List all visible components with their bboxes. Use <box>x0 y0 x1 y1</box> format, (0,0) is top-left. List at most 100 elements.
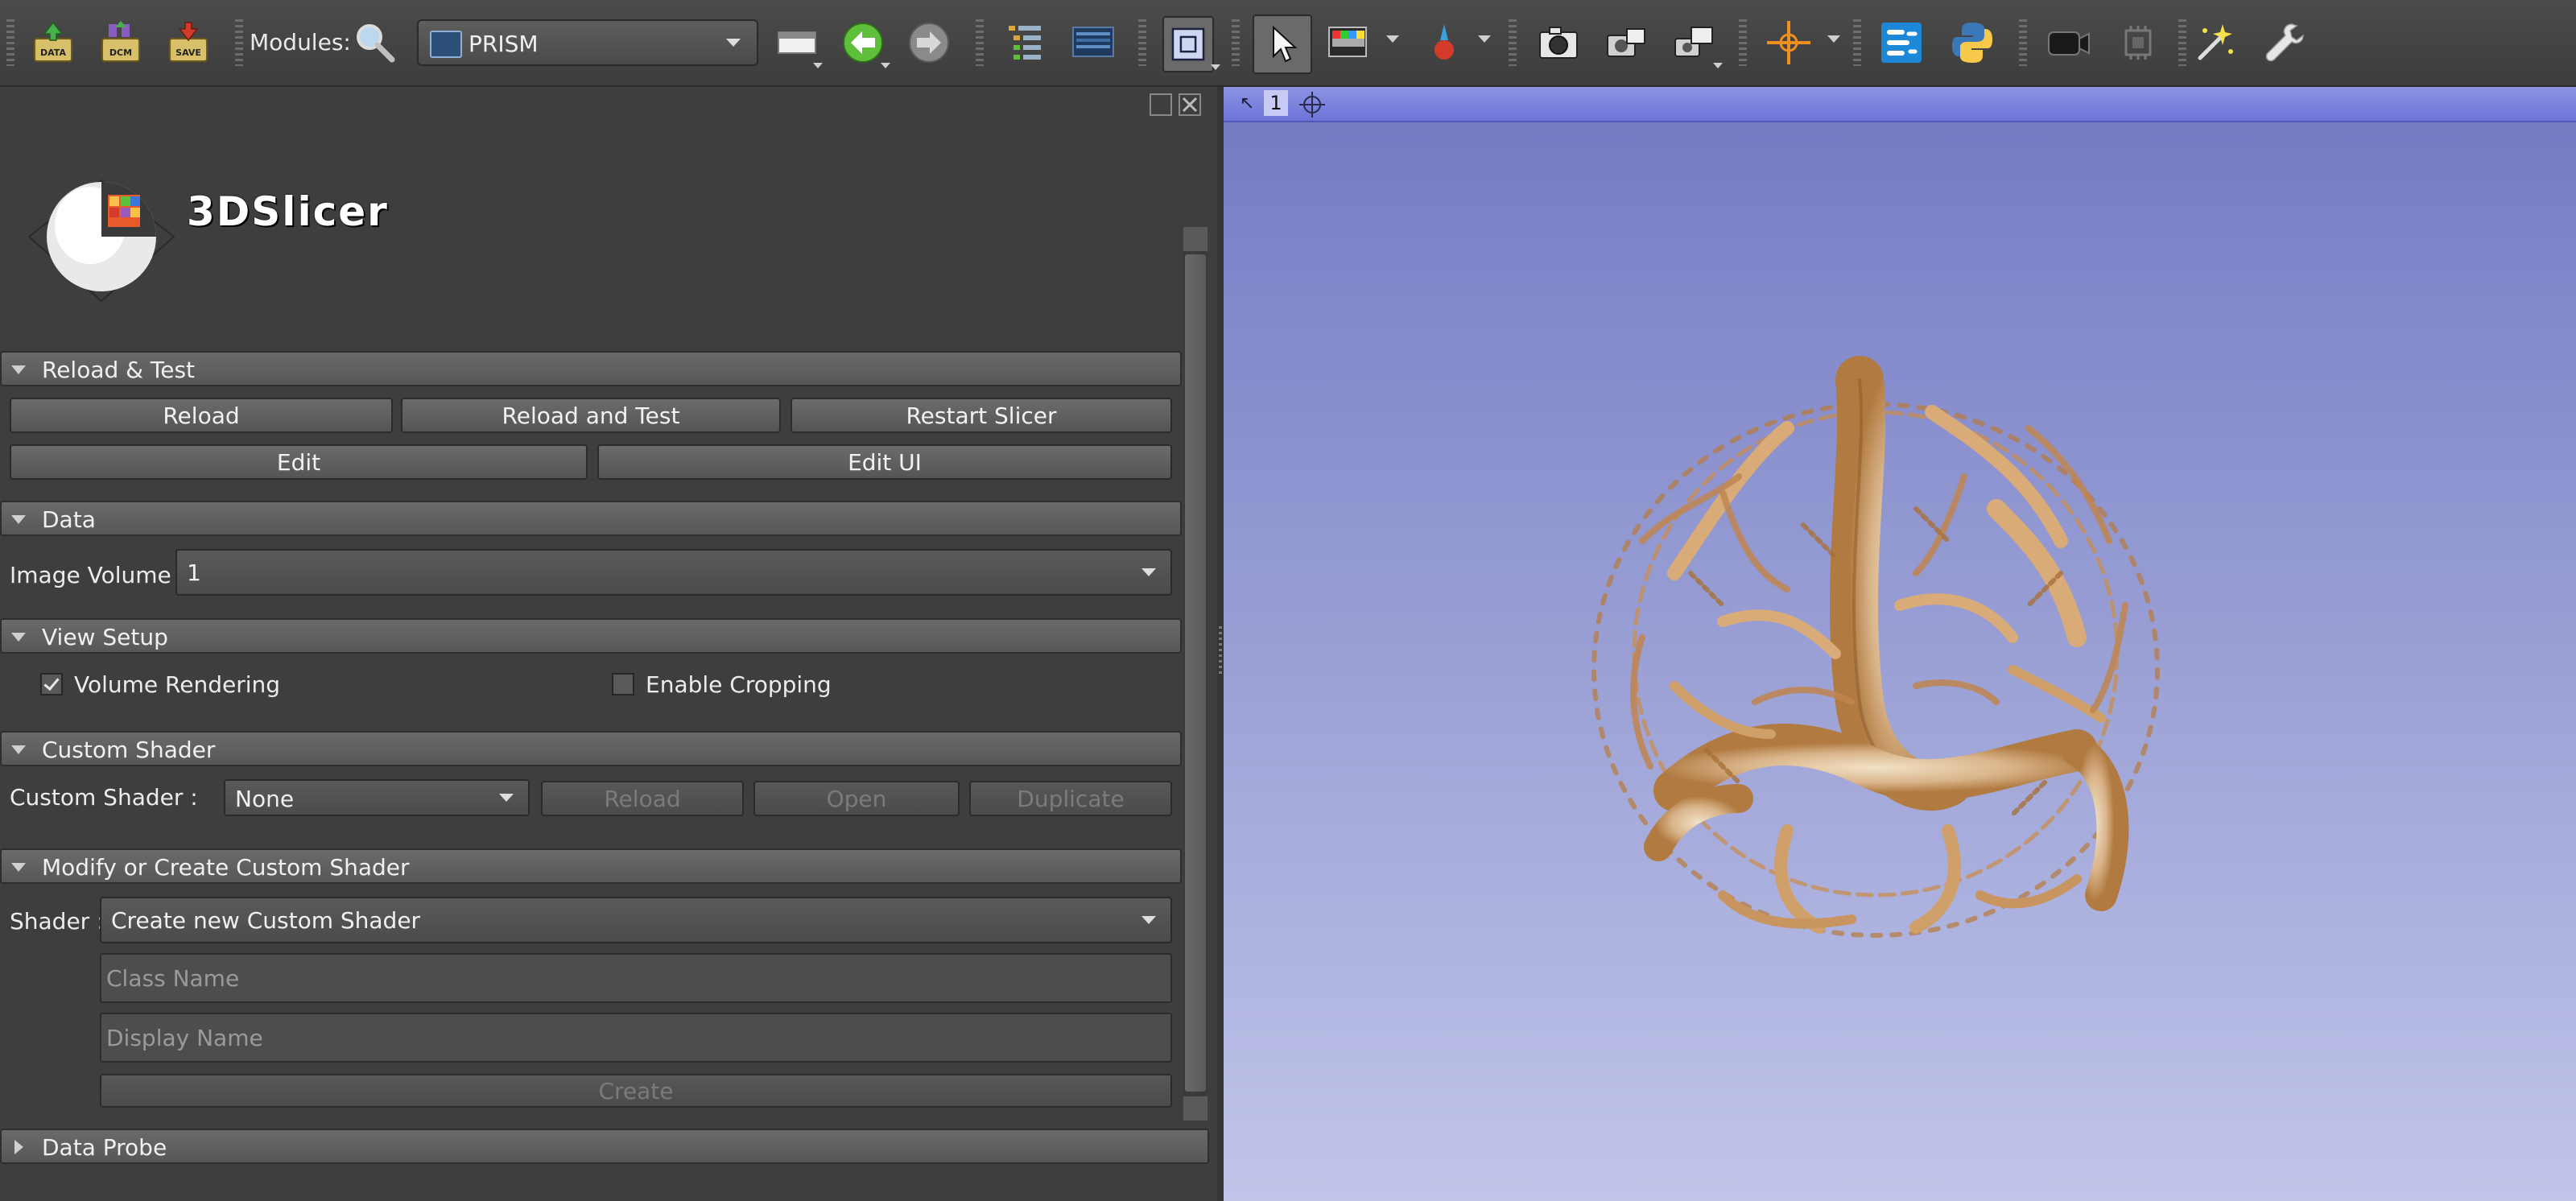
app-logo-text: 3DSlicer <box>187 188 389 235</box>
chevron-down-icon[interactable] <box>1713 63 1723 68</box>
restart-slicer-button[interactable]: Restart Slicer <box>791 398 1172 433</box>
shader-selector[interactable]: Create new Custom Shader <box>100 897 1172 943</box>
shader-duplicate-button[interactable]: Duplicate <box>969 781 1172 816</box>
toolbar-grip[interactable] <box>1739 19 1747 66</box>
toolbar-grip[interactable] <box>1138 19 1146 66</box>
logo-area: 3DSlicer <box>0 87 1217 320</box>
extension-manager-icon <box>1881 23 1922 63</box>
extensions-button[interactable] <box>1876 13 1927 72</box>
volume-rendering-checkbox[interactable] <box>40 673 63 695</box>
collapse-icon <box>11 633 26 642</box>
module-search-button[interactable] <box>349 13 401 72</box>
toolbar-grip[interactable] <box>6 19 14 66</box>
shader-reload-button[interactable]: Reload <box>541 781 744 816</box>
wizard-button[interactable] <box>2188 13 2240 72</box>
edit-button[interactable]: Edit <box>10 444 588 480</box>
chip-button[interactable] <box>2112 13 2164 72</box>
reload-test-section-header[interactable]: Reload & Test <box>0 351 1182 386</box>
scroll-down-arrow[interactable] <box>1183 1096 1208 1121</box>
image-volume-selector[interactable]: 1 <box>175 549 1172 596</box>
capture-icon <box>1674 27 1713 57</box>
chevron-down-icon[interactable] <box>881 63 890 68</box>
arrow-right-icon <box>909 23 949 63</box>
main-toolbar: DATA DCM SAVE Modules: PRISM <box>0 0 2576 87</box>
settings-button[interactable] <box>2257 13 2309 72</box>
shader-open-button[interactable]: Open <box>753 781 960 816</box>
video-camera-icon <box>2048 31 2090 56</box>
save-button[interactable]: SAVE <box>163 13 214 72</box>
reload-button[interactable]: Reload <box>10 398 393 433</box>
toolbar-grip[interactable] <box>1853 19 1861 66</box>
create-shader-button[interactable]: Create <box>100 1074 1172 1108</box>
wrench-icon <box>2265 23 2304 62</box>
scene-view-button[interactable] <box>1600 13 1652 72</box>
display-name-input[interactable] <box>101 1014 1170 1061</box>
place-markup-button[interactable] <box>1418 13 1470 72</box>
data-probe-section-header[interactable]: Data Probe <box>0 1129 1209 1164</box>
panel-splitter[interactable] <box>1217 87 1224 1201</box>
3d-view[interactable]: ↖ 1 <box>1224 87 2576 1201</box>
scroll-up-arrow[interactable] <box>1183 227 1208 251</box>
module-selector-value: PRISM <box>469 31 539 57</box>
pin-icon[interactable]: ↖ <box>1240 93 1254 113</box>
data-section-header[interactable]: Data <box>0 501 1182 536</box>
class-name-input[interactable] <box>101 955 1170 1001</box>
toolbar-grip[interactable] <box>2178 19 2186 66</box>
panel-scrollbar[interactable] <box>1183 227 1208 1121</box>
close-panel-icon[interactable] <box>1179 93 1201 116</box>
svg-text:DATA: DATA <box>40 47 66 58</box>
python-icon <box>1952 23 1992 63</box>
view-setup-section-header[interactable]: View Setup <box>0 618 1182 654</box>
layout-button[interactable] <box>1162 16 1214 72</box>
modify-shader-section-header[interactable]: Modify or Create Custom Shader <box>0 848 1182 884</box>
scroll-thumb[interactable] <box>1185 254 1206 1092</box>
load-dicom-button[interactable]: DCM <box>95 13 147 72</box>
magic-wand-icon <box>2198 24 2233 60</box>
data-tree-button[interactable] <box>1000 13 1051 72</box>
module-panel: 3DSlicer Reload & Test Reload Reload and… <box>0 87 1217 1201</box>
toolbar-grip[interactable] <box>1232 19 1240 66</box>
enable-cropping-checkbox[interactable] <box>612 673 634 695</box>
select-mode-button[interactable] <box>1253 14 1312 74</box>
layout-icon <box>1171 27 1205 61</box>
chevron-down-icon[interactable] <box>813 63 823 68</box>
reload-and-test-button[interactable]: Reload and Test <box>401 398 781 433</box>
module-selector[interactable]: PRISM <box>417 19 758 66</box>
enable-cropping-label: Enable Cropping <box>646 671 832 698</box>
toolbar-grip[interactable] <box>1509 19 1517 66</box>
chevron-down-icon <box>499 794 514 802</box>
python-console-button[interactable] <box>1946 13 1998 72</box>
dicom-icon: DCM <box>101 21 140 62</box>
toolbar-grip[interactable] <box>235 19 243 66</box>
arrow-left-icon <box>843 23 883 63</box>
chevron-down-icon[interactable] <box>1478 35 1491 43</box>
window-level-button[interactable] <box>1322 13 1373 72</box>
view-controller-bar: ↖ 1 <box>1224 87 2576 122</box>
shader-label: Shader : <box>10 908 105 935</box>
chevron-down-icon[interactable] <box>1827 35 1840 43</box>
volumes-button[interactable] <box>1067 13 1119 72</box>
module-list-icon <box>778 31 816 54</box>
toolbar-grip[interactable] <box>976 19 984 66</box>
center-view-icon[interactable] <box>1298 90 1327 119</box>
volume-rendering-image <box>1591 356 2160 938</box>
crosshair-button[interactable] <box>1763 13 1814 72</box>
record-button[interactable] <box>2043 13 2095 72</box>
module-icon <box>430 31 462 58</box>
forward-button[interactable] <box>903 13 955 72</box>
custom-shader-selector[interactable]: None <box>224 779 530 816</box>
chip-icon <box>2124 26 2152 60</box>
custom-shader-section-header[interactable]: Custom Shader <box>0 731 1182 766</box>
load-data-button[interactable]: DATA <box>27 13 79 72</box>
edit-ui-button[interactable]: Edit UI <box>597 444 1172 480</box>
toolbar-grip[interactable] <box>2019 19 2027 66</box>
chevron-down-icon[interactable] <box>1211 64 1220 70</box>
screenshot-button[interactable] <box>1533 13 1584 72</box>
float-panel-icon[interactable] <box>1150 93 1172 116</box>
fiducial-icon <box>1435 24 1454 60</box>
class-name-field[interactable] <box>100 953 1172 1003</box>
chevron-down-icon[interactable] <box>1386 35 1399 43</box>
search-icon <box>357 24 395 63</box>
capture-button[interactable] <box>1668 13 1719 72</box>
display-name-field[interactable] <box>100 1013 1172 1063</box>
